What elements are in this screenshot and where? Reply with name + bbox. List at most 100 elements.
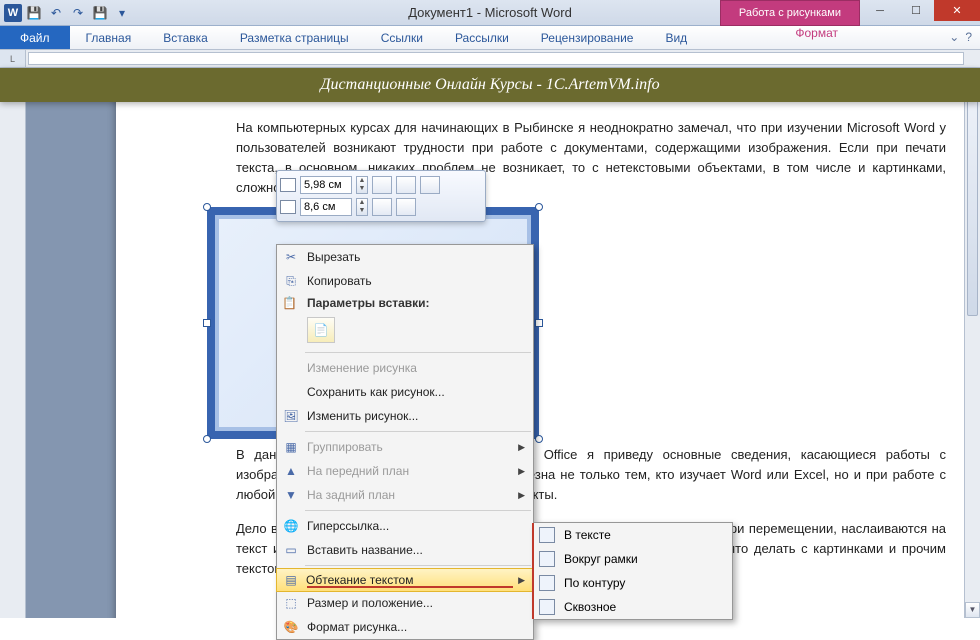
word-app-icon[interactable]: W [4,4,22,22]
menu-insert-caption[interactable]: ▭ Вставить название... [277,538,533,562]
tab-selector[interactable]: L [0,50,26,67]
tab-view[interactable]: Вид [649,26,703,49]
vertical-ruler[interactable] [0,68,26,618]
file-tab[interactable]: Файл [0,26,70,49]
width-input[interactable] [300,198,352,216]
height-spinner[interactable]: ▲▼ [356,176,368,194]
resize-handle-mr[interactable] [535,319,543,327]
group-icon: ▦ [282,438,300,456]
caption-icon: ▭ [282,541,300,559]
text-wrap-submenu: В тексте Вокруг рамки По контуру Сквозно… [533,522,733,620]
maximize-button[interactable]: ☐ [898,0,934,21]
scroll-down-button[interactable]: ▼ [965,602,980,618]
wrap-tight-label: По контуру [564,576,625,590]
help-button[interactable]: ? [965,30,972,44]
wrap-button[interactable] [396,198,416,216]
resize-handle-ml[interactable] [203,319,211,327]
menu-bring-front-label: На передний план [307,464,409,478]
align-button[interactable] [396,176,416,194]
menu-group: ▦ Группировать ▶ [277,435,533,459]
close-button[interactable]: ✕ [934,0,980,21]
wrap-tight-icon [539,575,555,591]
bring-front-icon: ▲ [282,462,300,480]
ribbon-collapse-button[interactable]: ⌄ [949,30,959,44]
resize-handle-tr[interactable] [535,203,543,211]
paste-option-keep-source[interactable]: 📄 [307,317,335,343]
picture-tools-contextual-tab[interactable]: Работа с рисунками [720,0,860,26]
save-button-2[interactable]: 💾 [90,3,110,23]
quick-access-toolbar: W 💾 ↶ ↷ 💾 ▾ [0,3,132,23]
menu-format-picture[interactable]: 🎨 Формат рисунка... [277,615,533,639]
menu-text-wrap-label: Обтекание текстом [306,573,413,587]
menu-size-position-label: Размер и положение... [307,596,433,610]
submenu-arrow-icon: ▶ [518,490,525,501]
height-input[interactable] [300,176,352,194]
wrap-square[interactable]: Вокруг рамки [534,547,732,571]
wrap-square-icon [539,551,555,567]
tab-format[interactable]: Формат [779,26,854,40]
clipboard-icon: 📋 [282,296,297,310]
minimize-button[interactable]: ─ [862,0,898,21]
tab-references[interactable]: Ссылки [365,26,439,49]
tab-insert[interactable]: Вставка [147,26,224,49]
submenu-arrow-icon: ▶ [518,442,525,453]
position-button[interactable] [372,198,392,216]
scissors-icon: ✂ [282,248,300,266]
menu-cut-label: Вырезать [307,250,360,264]
tab-review[interactable]: Рецензирование [525,26,650,49]
menu-send-back-label: На задний план [307,488,395,502]
resize-handle-br[interactable] [535,435,543,443]
menu-edit-picture-label: Изменить рисунок... [307,409,418,423]
size-icon: ⬚ [282,594,300,612]
crop-button[interactable] [372,176,392,194]
menu-group-label: Группировать [307,440,383,454]
undo-button[interactable]: ↶ [46,3,66,23]
menu-format-picture-label: Формат рисунка... [307,620,407,634]
menu-copy[interactable]: ⎘ Копировать [277,269,533,293]
menu-text-wrap[interactable]: ▤ Обтекание текстом ▶ [276,568,534,592]
tab-home[interactable]: Главная [70,26,148,49]
menu-change-picture: Изменение рисунка [277,356,533,380]
paste-options-label: 📋Параметры вставки: [277,293,533,313]
wrap-inline[interactable]: В тексте [534,523,732,547]
resize-handle-bl[interactable] [203,435,211,443]
menu-copy-label: Копировать [307,274,372,288]
format-icon: 🎨 [282,618,300,636]
tab-page-layout[interactable]: Разметка страницы [224,26,365,49]
save-button[interactable]: 💾 [24,3,44,23]
annotation-underline [307,586,513,588]
wrap-tight[interactable]: По контуру [534,571,732,595]
context-menu: ✂ Вырезать ⎘ Копировать 📋Параметры вставки… [276,244,534,640]
ribbon-help-controls: ⌄ ? [949,30,972,44]
menu-size-position[interactable]: ⬚ Размер и положение... [277,591,533,615]
menu-change-picture-label: Изменение рисунка [307,361,417,375]
menu-hyperlink-label: Гиперссылка... [307,519,389,533]
width-spinner[interactable]: ▲▼ [356,198,368,216]
tab-mailings[interactable]: Рассылки [439,26,525,49]
paste-options: 📄 [277,313,533,349]
menu-save-as-picture-label: Сохранить как рисунок... [307,385,445,399]
send-back-icon: ▼ [282,486,300,504]
wrap-square-label: Вокруг рамки [564,552,638,566]
rotate-button[interactable] [420,176,440,194]
redo-button[interactable]: ↷ [68,3,88,23]
menu-send-back: ▼ На задний план ▶ [277,483,533,507]
mini-toolbar[interactable]: ▲▼ ▲▼ [276,170,486,222]
menu-insert-caption-label: Вставить название... [307,543,423,557]
qat-customize-dropdown[interactable]: ▾ [112,3,132,23]
horizontal-ruler[interactable] [28,52,964,65]
wrap-through[interactable]: Сквозное [534,595,732,619]
menu-edit-picture[interactable]: 🖼Изменить рисунок... [277,404,533,428]
resize-handle-tl[interactable] [203,203,211,211]
menu-hyperlink[interactable]: 🌐Гиперссылка... [277,514,533,538]
window-controls: ─ ☐ ✕ [862,0,980,21]
vertical-scrollbar[interactable]: ▲ ▼ [964,68,980,618]
wrap-inline-icon [539,527,555,543]
ribbon-tabs: Файл Главная Вставка Разметка страницы С… [0,26,980,50]
copy-icon: ⎘ [282,272,300,290]
width-icon [280,200,296,214]
menu-save-as-picture[interactable]: Сохранить как рисунок... [277,380,533,404]
ruler-row: L [0,50,980,68]
menu-cut[interactable]: ✂ Вырезать [277,245,533,269]
scroll-thumb[interactable] [967,86,978,316]
